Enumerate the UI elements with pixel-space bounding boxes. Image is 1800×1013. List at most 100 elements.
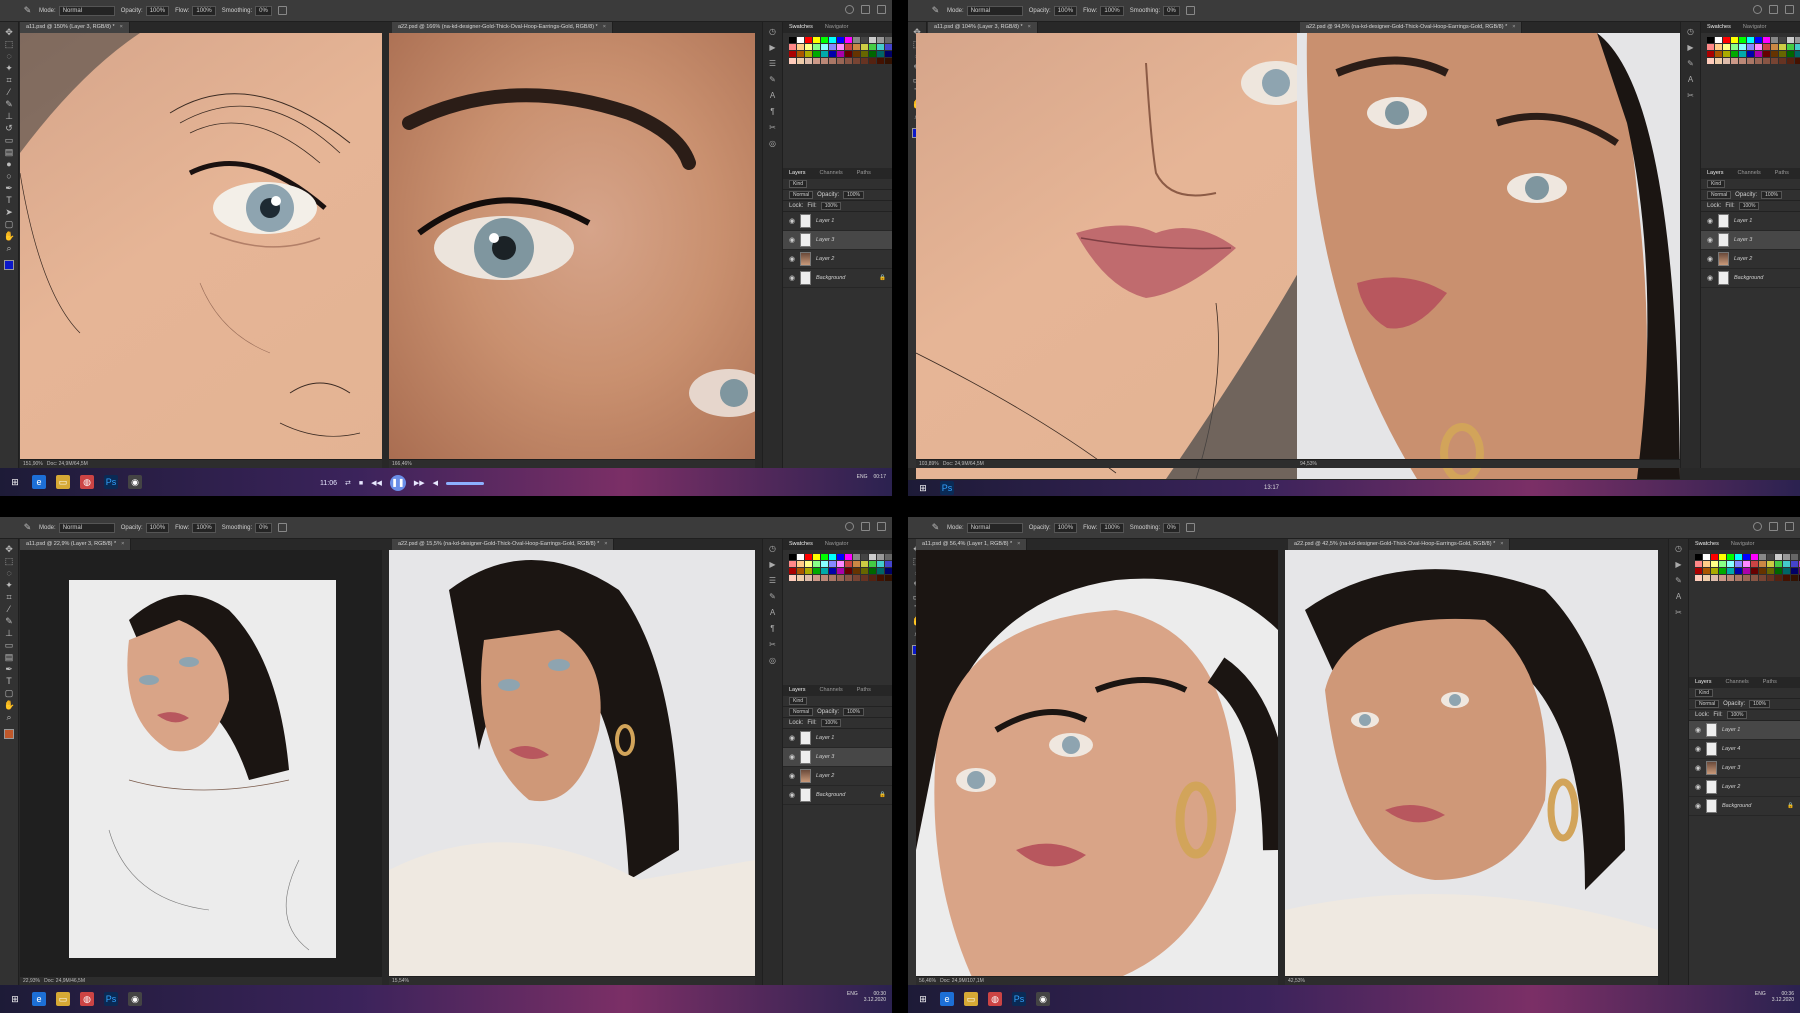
color-swatch[interactable] xyxy=(1747,37,1754,43)
color-swatch[interactable] xyxy=(845,37,852,43)
color-swatch[interactable] xyxy=(813,554,820,560)
zoom-tool-icon[interactable]: ⌕ xyxy=(4,713,15,722)
color-swatch[interactable] xyxy=(1787,44,1794,50)
eye-icon[interactable]: ◉ xyxy=(1707,274,1713,282)
brush-panel-icon[interactable]: ✎ xyxy=(768,593,777,601)
color-swatch[interactable] xyxy=(845,575,852,581)
tray-clock[interactable]: 00:36 3.12.2020 xyxy=(1772,991,1794,1003)
eye-icon[interactable]: ◉ xyxy=(789,772,795,780)
color-swatch[interactable] xyxy=(861,44,868,50)
smoothing-field[interactable]: 0% xyxy=(255,5,272,16)
color-swatch[interactable] xyxy=(1719,561,1726,567)
share-icon[interactable] xyxy=(877,5,886,14)
color-swatch[interactable] xyxy=(805,554,812,560)
layer-row[interactable]: ◉ Layer 3 xyxy=(1689,759,1800,778)
layer-opacity-field[interactable]: 100% xyxy=(843,191,864,199)
eye-icon[interactable]: ◉ xyxy=(1707,255,1713,263)
color-swatch[interactable] xyxy=(829,58,836,64)
photoshop-app-icon[interactable]: Ps xyxy=(104,475,118,489)
obs-app-icon[interactable]: ◉ xyxy=(1036,992,1050,1006)
color-swatch[interactable] xyxy=(797,37,804,43)
mode-select[interactable]: Normal xyxy=(58,5,115,16)
swatch-grid[interactable] xyxy=(1701,33,1800,68)
tools-icon[interactable]: ✂ xyxy=(768,641,777,649)
color-swatch[interactable] xyxy=(1727,575,1734,581)
eye-icon[interactable]: ◉ xyxy=(1695,745,1701,753)
color-swatch[interactable] xyxy=(1735,554,1742,560)
brush-preset-icon[interactable]: ✎ xyxy=(22,6,33,15)
color-swatch[interactable] xyxy=(845,568,852,574)
color-swatch[interactable] xyxy=(869,568,876,574)
lasso-tool-icon[interactable]: ◌ xyxy=(4,52,15,61)
fill-field[interactable]: 100% xyxy=(820,719,842,727)
color-swatch[interactable] xyxy=(1771,44,1778,50)
color-swatch[interactable] xyxy=(861,58,868,64)
color-swatch[interactable] xyxy=(869,44,876,50)
tab-layers[interactable]: Layers xyxy=(1695,677,1712,688)
eye-icon[interactable]: ◉ xyxy=(789,236,795,244)
eye-icon[interactable]: ◉ xyxy=(1707,217,1713,225)
crop-tool-icon[interactable]: ⌗ xyxy=(4,76,15,85)
character-icon[interactable]: A xyxy=(768,92,777,100)
color-swatch[interactable] xyxy=(1695,568,1702,574)
close-icon[interactable]: × xyxy=(603,24,606,30)
color-swatch[interactable] xyxy=(1751,575,1758,581)
color-swatch[interactable] xyxy=(1711,575,1718,581)
color-swatch[interactable] xyxy=(837,561,844,567)
edge-browser-icon[interactable]: e xyxy=(940,992,954,1006)
tray-clock[interactable]: 00:30 3.12.2020 xyxy=(864,991,886,1003)
color-swatch[interactable] xyxy=(1707,51,1714,57)
color-swatch[interactable] xyxy=(1747,58,1754,64)
color-swatch[interactable] xyxy=(853,44,860,50)
edge-browser-icon[interactable]: e xyxy=(32,475,46,489)
eyedropper-icon[interactable]: ⁄ xyxy=(4,88,15,97)
color-swatch[interactable] xyxy=(1715,58,1722,64)
player-rewind-icon[interactable]: ◀◀ xyxy=(371,479,382,487)
color-swatch[interactable] xyxy=(797,44,804,50)
color-swatch[interactable] xyxy=(1795,44,1800,50)
eye-icon[interactable]: ◉ xyxy=(1695,726,1701,734)
clone-source-icon[interactable]: ◎ xyxy=(768,140,777,148)
color-swatch[interactable] xyxy=(1795,37,1800,43)
eye-icon[interactable]: ◉ xyxy=(789,255,795,263)
layer-row[interactable]: ◉ Layer 1 xyxy=(783,729,892,748)
flow-field[interactable]: 100% xyxy=(1100,5,1124,16)
color-swatch[interactable] xyxy=(1771,51,1778,57)
color-swatch[interactable] xyxy=(845,44,852,50)
color-swatch[interactable] xyxy=(1767,554,1774,560)
color-swatch[interactable] xyxy=(885,51,892,57)
opacity-field[interactable]: 100% xyxy=(145,5,170,16)
color-swatch[interactable] xyxy=(885,44,892,50)
color-swatch[interactable] xyxy=(837,58,844,64)
tab-swatches[interactable]: Swatches xyxy=(1707,22,1731,33)
settings-gear-icon[interactable] xyxy=(277,523,287,532)
color-swatch[interactable] xyxy=(1779,37,1786,43)
tab-paths[interactable]: Paths xyxy=(1763,677,1777,688)
color-swatch[interactable] xyxy=(1751,561,1758,567)
doc-tab-sketch[interactable]: a11.psd @ 104% (Layer 3, RGB/8) * × xyxy=(928,22,1038,33)
color-swatch[interactable] xyxy=(1703,561,1710,567)
color-swatch[interactable] xyxy=(813,561,820,567)
color-swatch[interactable] xyxy=(877,568,884,574)
tray-language[interactable]: ENG xyxy=(857,474,868,480)
brush-tool-icon[interactable]: ✎ xyxy=(4,617,15,626)
flow-field[interactable]: 100% xyxy=(1100,522,1124,533)
blend-mode-select[interactable]: Normal xyxy=(789,708,814,716)
photoshop-app-icon[interactable]: Ps xyxy=(104,992,118,1006)
adjust-icon[interactable]: ☰ xyxy=(768,577,777,585)
color-swatch[interactable] xyxy=(797,58,804,64)
layer-row[interactable]: ◉ Layer 3 xyxy=(783,231,892,250)
fill-field[interactable]: 100% xyxy=(1726,711,1748,719)
tray-language[interactable]: ENG xyxy=(1755,991,1766,1003)
color-swatch[interactable] xyxy=(837,575,844,581)
tray-language[interactable]: ENG xyxy=(847,991,858,1003)
marquee-tool-icon[interactable]: ⬚ xyxy=(4,557,15,566)
color-swatch[interactable] xyxy=(861,554,868,560)
color-swatch[interactable] xyxy=(1759,568,1766,574)
player-stop-icon[interactable]: ■ xyxy=(359,480,363,487)
blend-mode-select[interactable]: Normal xyxy=(1695,700,1720,708)
file-explorer-icon[interactable]: ▭ xyxy=(56,992,70,1006)
color-swatch[interactable] xyxy=(861,568,868,574)
play-action-icon[interactable]: ▶ xyxy=(1686,44,1695,52)
blur-tool-icon[interactable]: ● xyxy=(4,160,15,169)
